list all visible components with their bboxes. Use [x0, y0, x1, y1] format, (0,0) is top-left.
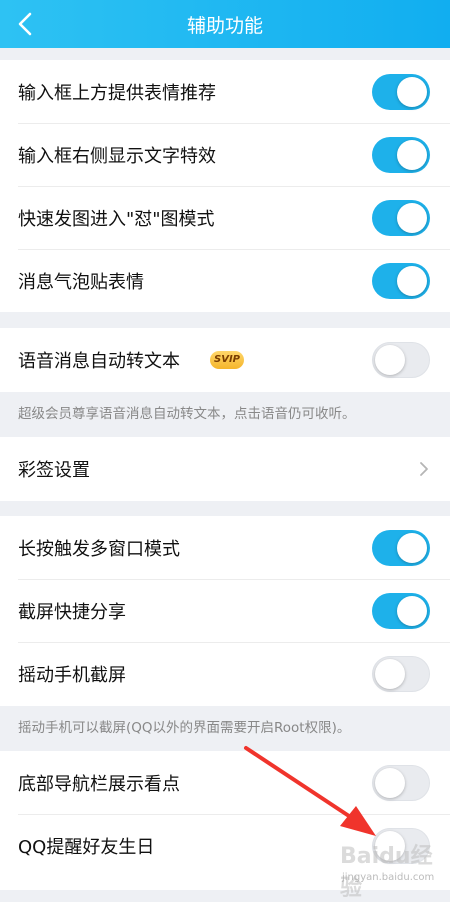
setting-row: 截屏快捷分享 — [0, 579, 450, 643]
setting-label: 输入框右侧显示文字特效 — [18, 146, 216, 167]
toggle-knob — [397, 203, 427, 233]
setting-row: 输入框右侧显示文字特效 — [0, 123, 450, 187]
settings-group-caiqian: 彩签设置 — [0, 437, 450, 501]
toggle-knob — [397, 140, 427, 170]
settings-group-window: 长按触发多窗口模式 截屏快捷分享 摇动手机截屏 — [0, 516, 450, 706]
settings-group-misc: 底部导航栏展示看点 QQ提醒好友生日 — [0, 751, 450, 890]
toggle-knob — [397, 77, 427, 107]
toggle-knob — [375, 345, 405, 375]
screenshot-share-toggle[interactable] — [372, 593, 430, 629]
settings-group-input: 输入框上方提供表情推荐 输入框右侧显示文字特效 快速发图进入"怼"图模式 消息气… — [0, 60, 450, 312]
emoji-recommend-toggle[interactable] — [372, 74, 430, 110]
multi-window-toggle[interactable] — [372, 530, 430, 566]
voice-to-text-toggle[interactable] — [372, 342, 430, 378]
toggle-knob — [375, 659, 405, 689]
setting-label: 摇动手机截屏 — [18, 665, 126, 686]
bottom-nav-kandian-toggle[interactable] — [372, 765, 430, 801]
toggle-knob — [397, 533, 427, 563]
friend-birthday-toggle[interactable] — [372, 828, 430, 864]
setting-row: 消息气泡贴表情 — [0, 249, 450, 313]
setting-row: 底部导航栏展示看点 — [0, 751, 450, 815]
setting-label: 截屏快捷分享 — [18, 602, 126, 623]
setting-label: 输入框上方提供表情推荐 — [18, 83, 216, 104]
setting-row: 输入框上方提供表情推荐 — [0, 60, 450, 124]
setting-label: 语音消息自动转文本 — [18, 351, 180, 372]
caiqian-settings-item[interactable]: 彩签设置 — [0, 437, 450, 501]
setting-label: 长按触发多窗口模式 — [18, 539, 180, 560]
setting-row: 摇动手机截屏 — [0, 642, 450, 706]
bubble-sticker-toggle[interactable] — [372, 263, 430, 299]
settings-group-voice: 语音消息自动转文本 SVIP — [0, 328, 450, 392]
setting-row: QQ提醒好友生日 — [0, 814, 450, 878]
setting-label: 底部导航栏展示看点 — [18, 774, 180, 795]
text-effects-toggle[interactable] — [372, 137, 430, 173]
setting-row: 长按触发多窗口模式 — [0, 516, 450, 580]
page-title: 辅助功能 — [186, 15, 263, 37]
setting-row: 快速发图进入"怼"图模式 — [0, 186, 450, 250]
setting-label: QQ提醒好友生日 — [18, 837, 155, 858]
title-bar: 辅助功能 — [0, 0, 450, 48]
toggle-knob — [397, 266, 427, 296]
toggle-knob — [375, 831, 405, 861]
chevron-right-icon — [420, 462, 428, 476]
toggle-knob — [397, 596, 427, 626]
shake-screenshot-toggle[interactable] — [372, 656, 430, 692]
voice-note: 超级会员尊享语音消息自动转文本，点击语音仍可收听。 — [18, 406, 356, 422]
toggle-knob — [375, 768, 405, 798]
quick-image-mode-toggle[interactable] — [372, 200, 430, 236]
setting-label: 彩签设置 — [18, 460, 90, 481]
setting-row: 语音消息自动转文本 SVIP — [0, 328, 450, 392]
setting-label: 消息气泡贴表情 — [18, 272, 144, 293]
shake-note: 摇动手机可以截屏(QQ以外的界面需要开启Root权限)。 — [18, 720, 351, 736]
setting-label: 快速发图进入"怼"图模式 — [18, 209, 215, 230]
svip-badge: SVIP — [210, 351, 244, 369]
